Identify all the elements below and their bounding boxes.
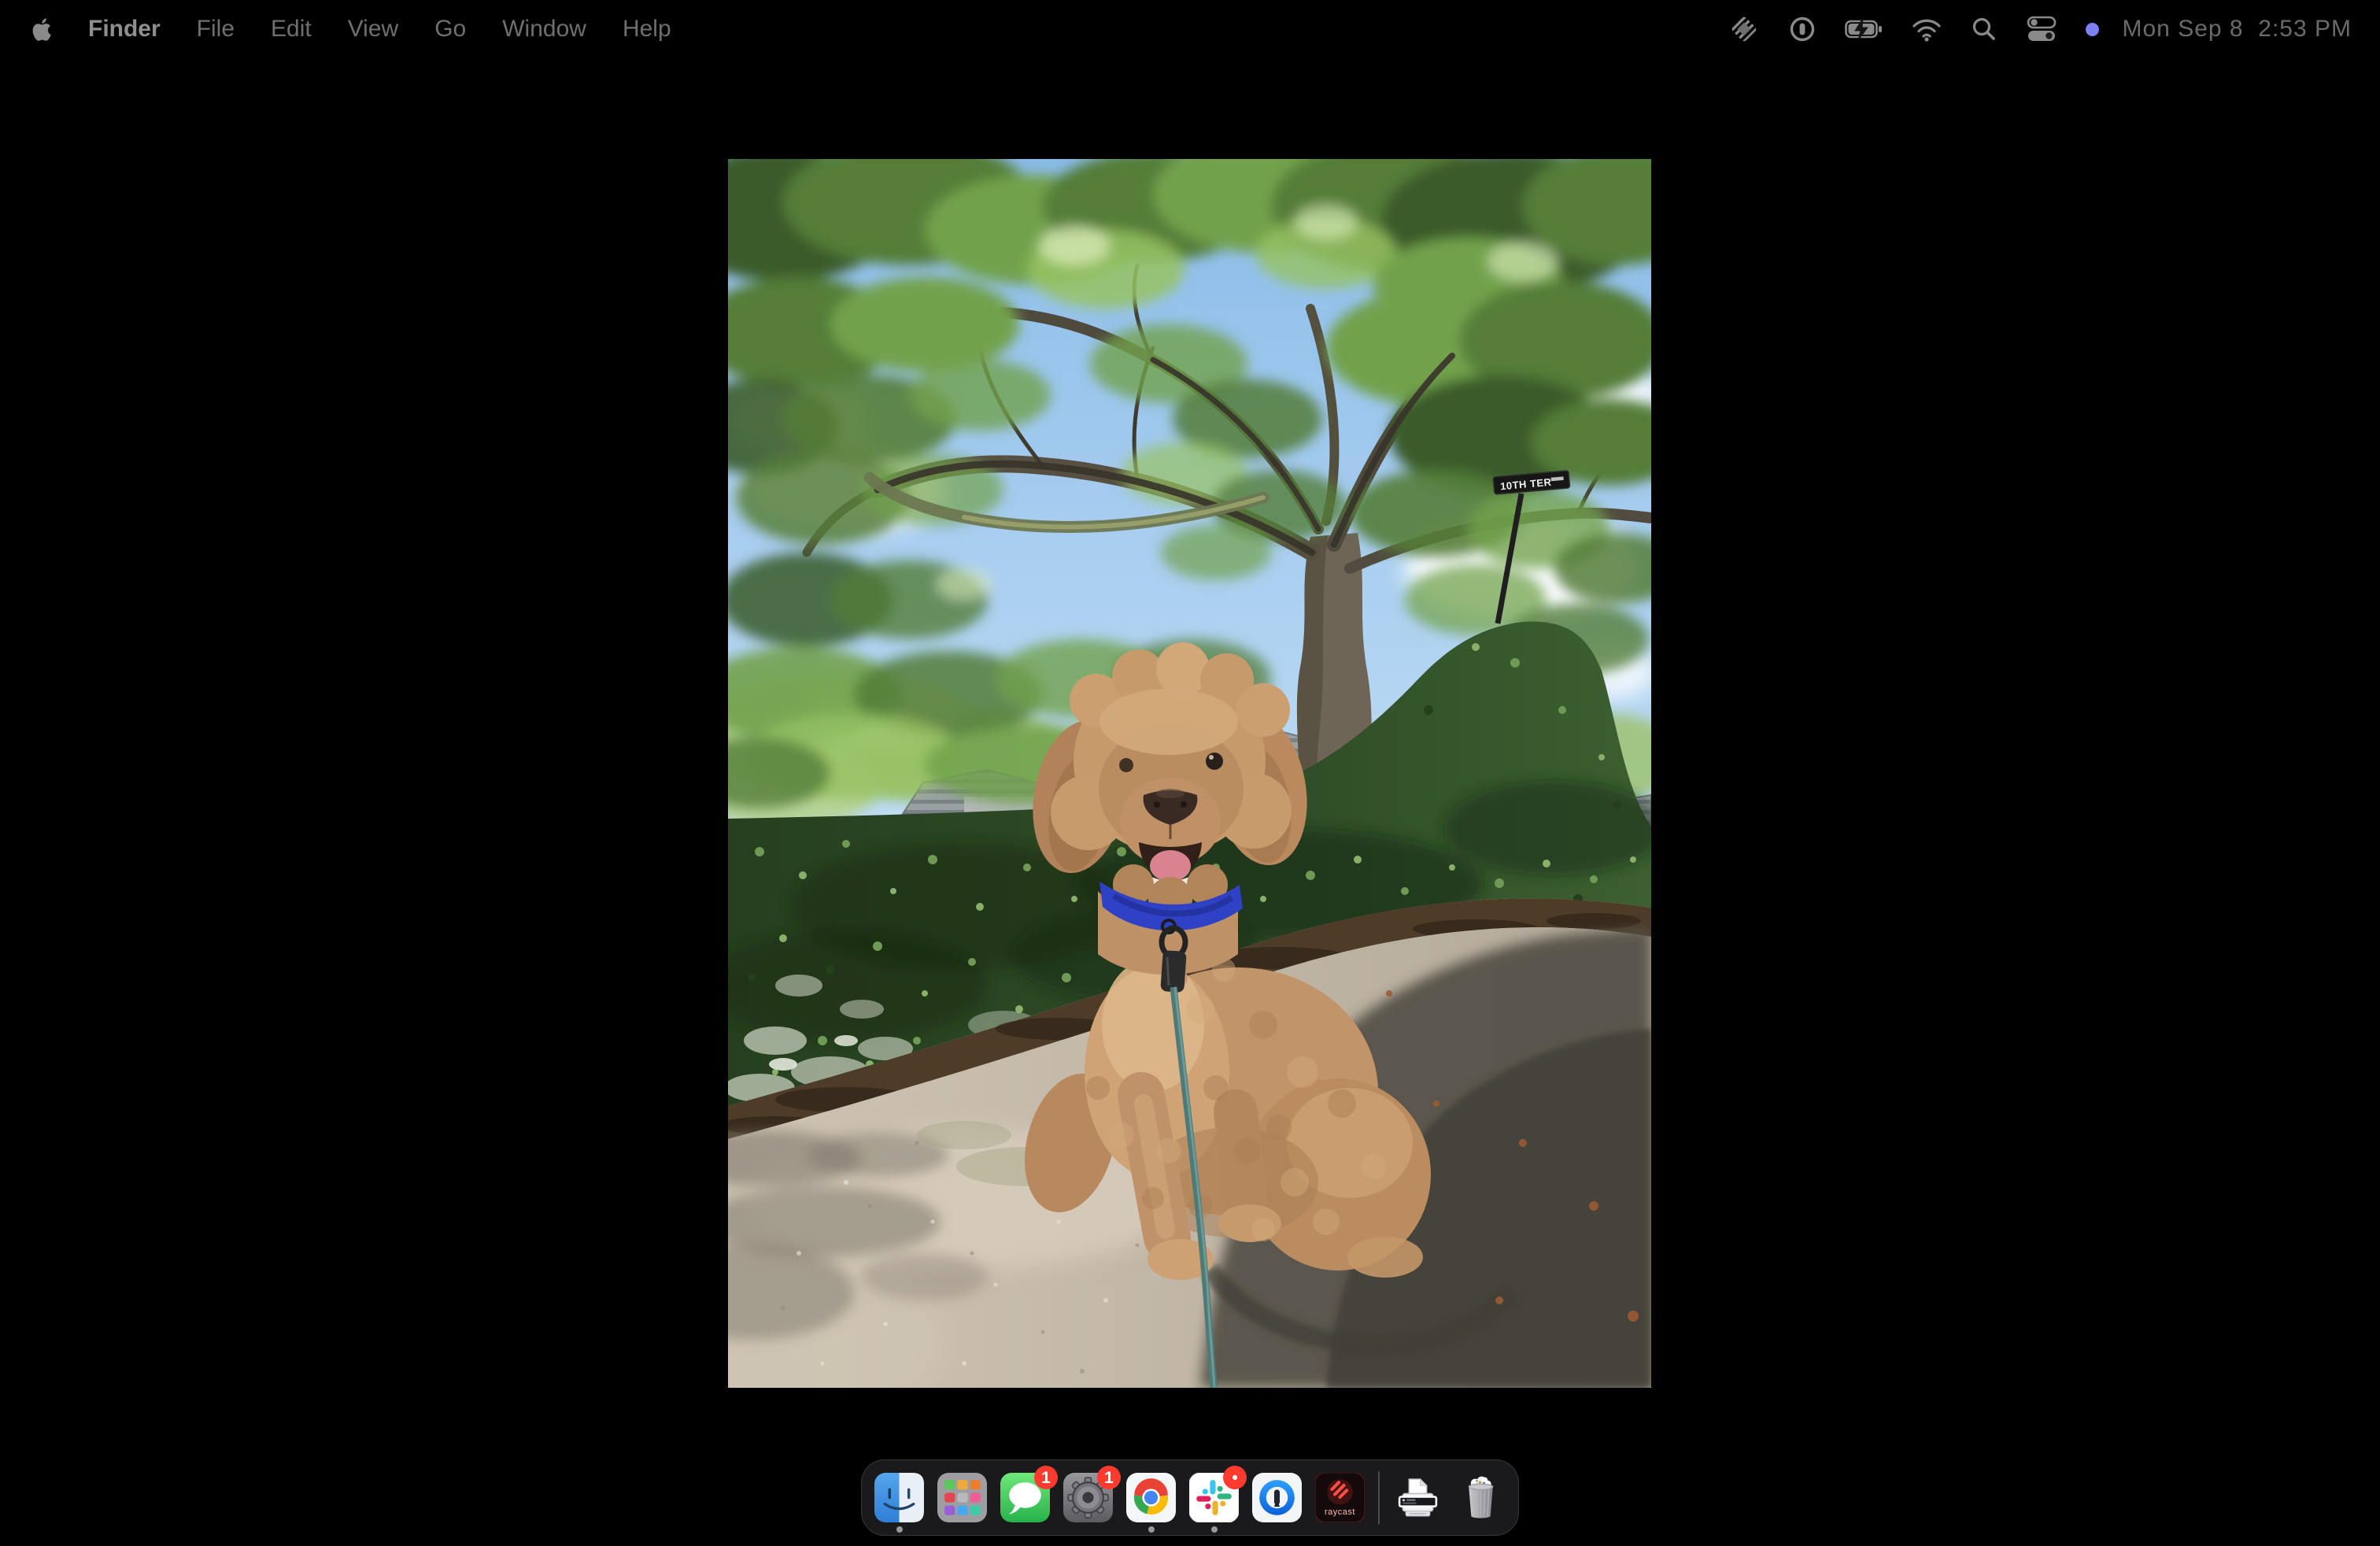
- menu-bar-left: Finder File Edit View Go Window Help: [28, 15, 671, 43]
- chrome-icon: [1126, 1473, 1176, 1522]
- dock-item-slack[interactable]: •: [1189, 1473, 1239, 1522]
- 1password-menubar-icon[interactable]: [1788, 12, 1816, 46]
- printer-icon: [1393, 1473, 1443, 1522]
- apple-menu[interactable]: [28, 15, 52, 43]
- dock-item-system-settings[interactable]: 1: [1063, 1473, 1113, 1522]
- launchpad-icon: [937, 1473, 987, 1522]
- trash-full-icon: [1456, 1473, 1506, 1522]
- menu-bar: Finder File Edit View Go Window Help: [0, 0, 2380, 58]
- focus-indicator-dot[interactable]: [2086, 23, 2099, 36]
- dock-divider: [1378, 1471, 1380, 1525]
- menu-item-help[interactable]: Help: [623, 16, 671, 43]
- spotlight-search-icon[interactable]: [1971, 12, 1998, 46]
- dock-item-finder[interactable]: [874, 1473, 924, 1522]
- menu-item-view[interactable]: View: [348, 16, 398, 43]
- menu-bar-clock[interactable]: Mon Sep 8 2:53 PM: [2123, 16, 2352, 43]
- control-center-icon[interactable]: [2026, 12, 2057, 46]
- dock-item-raycast[interactable]: raycast: [1315, 1473, 1365, 1522]
- dock-item-messages[interactable]: 1: [1000, 1473, 1050, 1522]
- menu-item-go[interactable]: Go: [434, 16, 466, 43]
- finder-icon: [874, 1473, 924, 1522]
- 1password-icon: [1252, 1473, 1302, 1522]
- notification-badge: •: [1223, 1466, 1247, 1489]
- dock-item-printer[interactable]: [1393, 1473, 1443, 1522]
- running-indicator: [1211, 1526, 1218, 1533]
- menu-bar-status: Mon Sep 8 2:53 PM: [1728, 12, 2352, 46]
- dock-item-1password[interactable]: [1252, 1473, 1302, 1522]
- apple-logo-icon: [28, 15, 52, 43]
- diagonal-striped-app-icon[interactable]: [1728, 12, 1760, 46]
- raycast-label: raycast: [1315, 1507, 1365, 1517]
- menu-item-file[interactable]: File: [197, 16, 235, 43]
- running-indicator: [1148, 1526, 1155, 1533]
- menu-item-finder[interactable]: Finder: [88, 16, 161, 43]
- dock-item-chrome[interactable]: [1126, 1473, 1176, 1522]
- dock-item-launchpad[interactable]: [937, 1473, 987, 1522]
- running-indicator: [896, 1526, 903, 1533]
- notification-badge: 1: [1097, 1466, 1121, 1489]
- menu-item-window[interactable]: Window: [502, 16, 586, 43]
- dock-item-trash[interactable]: [1456, 1473, 1506, 1522]
- wifi-icon[interactable]: [1911, 12, 1942, 46]
- battery-charging-icon[interactable]: [1845, 12, 1883, 46]
- photo-illustration: 10TH TER: [728, 159, 1651, 1388]
- notification-badge: 1: [1034, 1466, 1058, 1489]
- desktop-photo[interactable]: 10TH TER: [728, 159, 1651, 1388]
- dock: 1 1: [861, 1459, 1519, 1536]
- menu-item-edit[interactable]: Edit: [271, 16, 312, 43]
